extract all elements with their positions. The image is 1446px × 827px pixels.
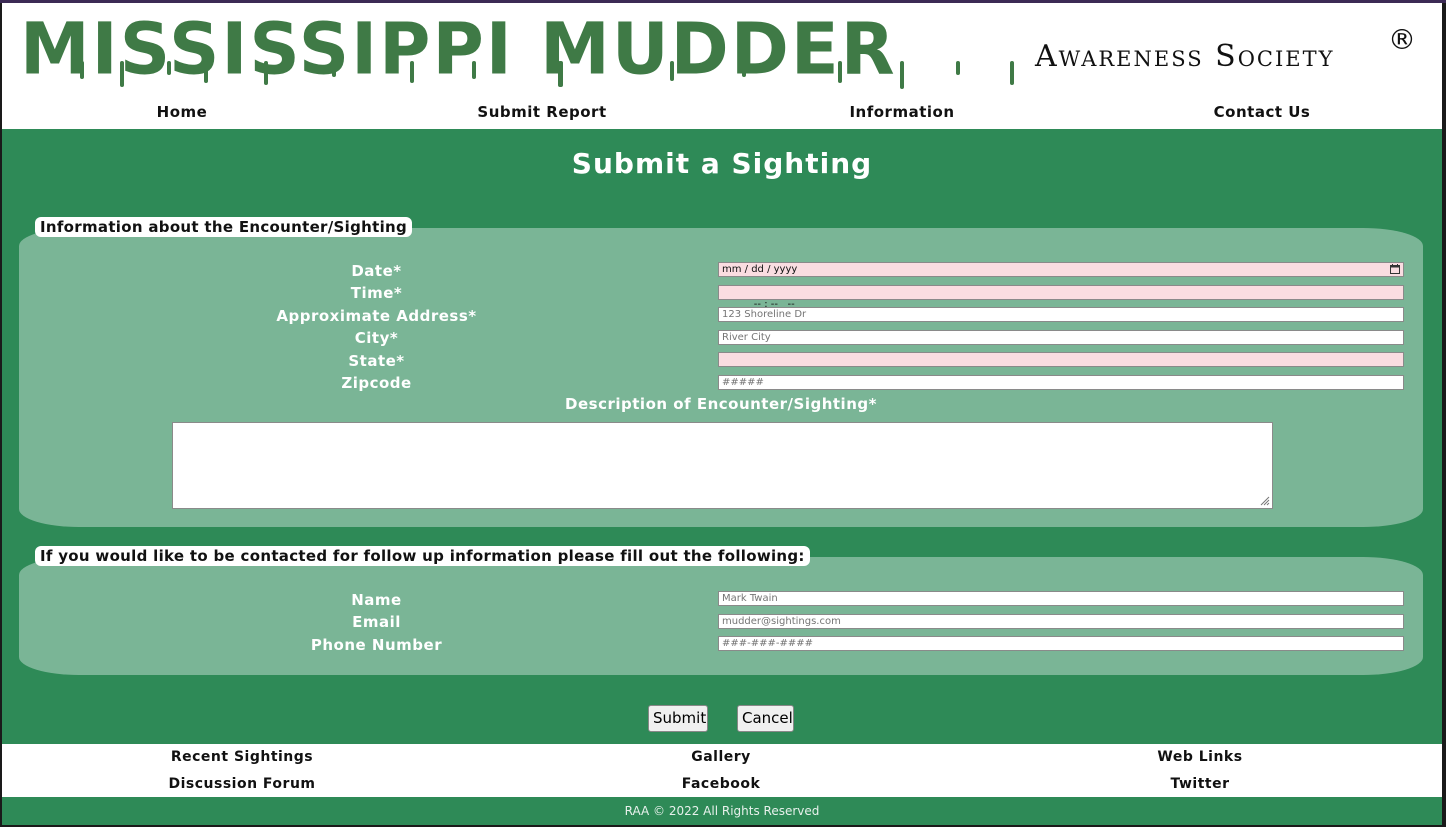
time-input[interactable]: -- : -- -- <box>718 285 1404 310</box>
footer-link-twitter[interactable]: Twitter <box>960 776 1440 792</box>
main-nav: Home Submit Report Information Contact U… <box>2 101 1442 129</box>
main-content: Submit a Sighting Date* mm / dd / yyyy T… <box>2 129 1442 744</box>
footer-link-recent-sightings[interactable]: Recent Sightings <box>2 749 482 765</box>
nav-contact-us[interactable]: Contact Us <box>1082 101 1442 129</box>
date-placeholder: mm / dd / yyyy <box>722 264 798 275</box>
time-label: Time* <box>350 284 403 302</box>
description-label: Description of Encounter/Sighting* <box>565 395 877 413</box>
phone-label: Phone Number <box>310 636 443 654</box>
footer-links: Recent Sightings Gallery Web Links Discu… <box>2 744 1442 797</box>
footer-link-web-links[interactable]: Web Links <box>960 749 1440 765</box>
submit-button[interactable]: Submit <box>648 705 708 732</box>
address-label: Approximate Address* <box>276 307 477 325</box>
logo-subtitle: Awareness Society <box>1035 39 1335 74</box>
footer-link-gallery[interactable]: Gallery <box>481 749 961 765</box>
zipcode-label: Zipcode <box>341 374 412 392</box>
copyright-text: RAA © 2022 All Rights Reserved <box>2 797 1442 825</box>
email-label: Email <box>352 613 401 631</box>
footer-link-facebook[interactable]: Facebook <box>481 776 961 792</box>
encounter-fieldset: Date* mm / dd / yyyy Time* -- : -- -- Ap… <box>19 228 1423 527</box>
registered-mark: ® <box>1388 23 1416 56</box>
address-input[interactable] <box>718 307 1404 322</box>
email-input[interactable] <box>718 614 1404 629</box>
page: MISSISSIPPI MUDDER Awareness Society ® H… <box>2 3 1442 825</box>
contact-fieldset: Name Email Phone Number <box>19 557 1423 675</box>
name-input[interactable] <box>718 591 1404 606</box>
state-label: State* <box>348 352 405 370</box>
city-input[interactable] <box>718 330 1404 345</box>
page-title: Submit a Sighting <box>571 147 873 180</box>
date-label: Date* <box>351 262 402 280</box>
encounter-legend: Information about the Encounter/Sighting <box>35 217 413 237</box>
date-input[interactable]: mm / dd / yyyy <box>718 262 1404 277</box>
phone-input[interactable] <box>718 636 1404 651</box>
state-select[interactable] <box>718 352 1404 367</box>
resize-grip-icon[interactable] <box>1258 494 1270 506</box>
logo-drips-decoration <box>80 61 1014 89</box>
nav-information[interactable]: Information <box>722 101 1082 129</box>
nav-home[interactable]: Home <box>2 101 362 129</box>
footer-link-discussion-forum[interactable]: Discussion Forum <box>2 776 482 792</box>
description-textarea[interactable] <box>172 422 1273 509</box>
site-header: MISSISSIPPI MUDDER Awareness Society ® H… <box>2 3 1442 129</box>
cancel-button[interactable]: Cancel <box>737 705 794 732</box>
city-label: City* <box>354 329 399 347</box>
zipcode-input[interactable] <box>718 375 1404 390</box>
contact-legend: If you would like to be contacted for fo… <box>35 546 810 566</box>
name-label: Name <box>351 591 402 609</box>
nav-submit-report[interactable]: Submit Report <box>362 101 722 129</box>
calendar-icon[interactable] <box>1390 264 1400 278</box>
